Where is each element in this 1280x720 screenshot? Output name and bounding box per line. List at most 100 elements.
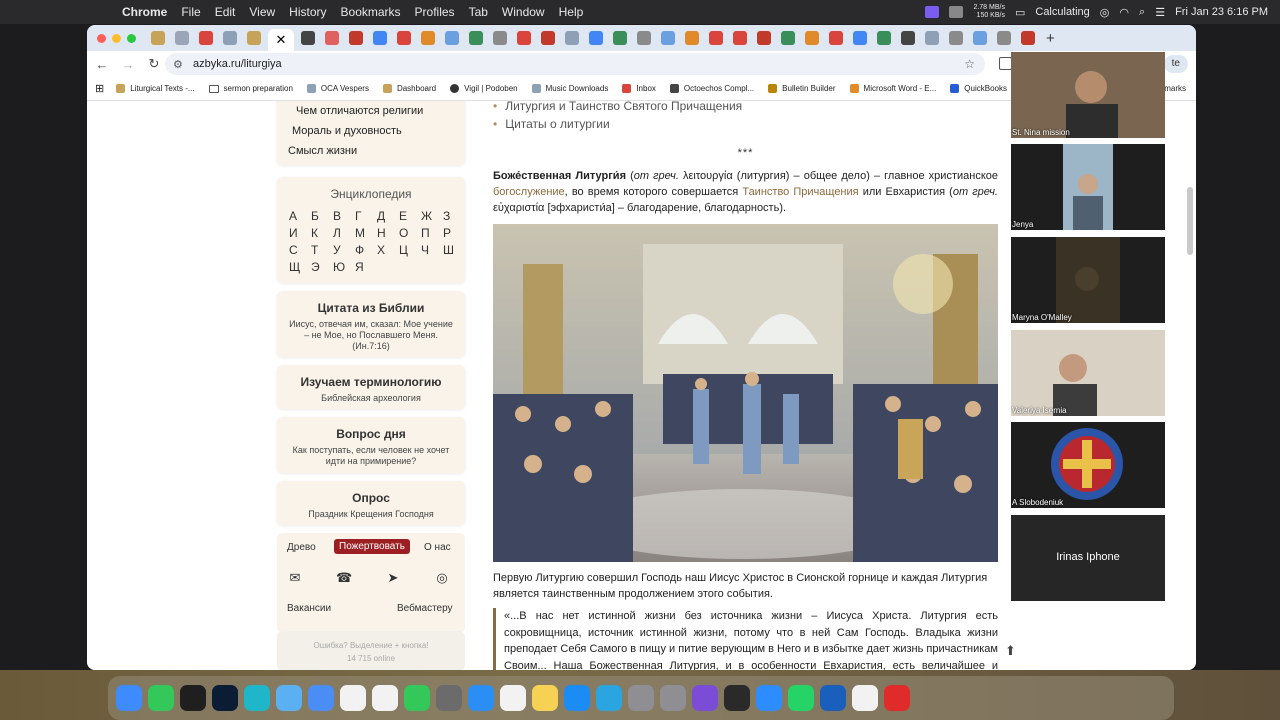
bookmark-item[interactable]: Vigil | Podoben [450, 84, 518, 93]
dock-app-screenshot-icon[interactable] [436, 685, 462, 711]
alphabet-letter[interactable]: И [289, 226, 311, 240]
alphabet-letter[interactable]: Д [377, 209, 399, 223]
dock-app-chatgpt-icon[interactable] [372, 685, 398, 711]
sidebar-link[interactable]: Смысл жизни [288, 145, 357, 157]
dock-app-notes-icon[interactable] [532, 685, 558, 711]
app-status-icon[interactable] [949, 6, 964, 18]
bookmark-item[interactable]: Dashboard [382, 84, 436, 93]
tab-favicon[interactable] [781, 31, 795, 45]
bible-quote-ref[interactable]: (Ин.7:16) [277, 341, 465, 352]
alphabet-letter[interactable]: С [289, 243, 311, 257]
alphabet-letter[interactable]: Х [377, 243, 399, 257]
alphabet-letter[interactable]: В [333, 209, 355, 223]
screen-share-icon[interactable] [925, 6, 940, 18]
dock-app-monitor-icon[interactable] [724, 685, 750, 711]
alphabet-letter[interactable]: Ю [333, 260, 355, 274]
page-scrollbar[interactable] [1187, 187, 1193, 255]
menu-file[interactable]: File [181, 5, 200, 19]
dock-app-mail-icon[interactable] [308, 685, 334, 711]
alphabet-letter[interactable]: Я [355, 260, 377, 274]
vacancies-link[interactable]: Вакансии [287, 603, 331, 614]
alphabet-letter[interactable]: Ж [421, 209, 443, 223]
alphabet-letter[interactable]: У [333, 243, 355, 257]
minimize-window-button[interactable] [112, 33, 121, 43]
dock-app-telegram-icon[interactable] [596, 685, 622, 711]
about-link[interactable]: О нас [424, 542, 451, 553]
question-title[interactable]: Вопрос дня [277, 417, 465, 441]
dock-app-navigator-icon[interactable] [852, 685, 878, 711]
tab-favicon[interactable] [349, 31, 363, 45]
alphabet-letter[interactable]: К [311, 226, 333, 240]
battery-status[interactable]: Calculating [1035, 6, 1089, 18]
alphabet-letter[interactable]: Щ [289, 260, 311, 274]
profile-chip[interactable]: te [1163, 55, 1188, 73]
bookmark-item[interactable]: OCA Vespers [306, 84, 369, 93]
link-communion[interactable]: Таинство Причащения [742, 186, 858, 198]
tab-favicon[interactable] [373, 31, 387, 45]
tab-favicon[interactable] [469, 31, 483, 45]
alphabet-letter[interactable]: Э [311, 260, 333, 274]
url-text[interactable]: azbyka.ru/liturgiya [193, 58, 282, 70]
video-tile[interactable]: Maryna O'Malley [1011, 237, 1165, 323]
dock-app-creative-cloud-icon[interactable] [884, 685, 910, 711]
tab-favicon[interactable] [541, 31, 555, 45]
tab-favicon[interactable] [805, 31, 819, 45]
alphabet-letter[interactable]: О [399, 226, 421, 240]
telegram-icon[interactable]: ➤ [385, 571, 401, 585]
whatsapp-icon[interactable]: ◎ [434, 571, 450, 585]
forward-button[interactable]: → [117, 57, 139, 72]
bookmark-item[interactable]: Liturgical Texts -... [116, 84, 195, 93]
menu-app[interactable]: Chrome [122, 5, 167, 19]
webmaster-link[interactable]: Вебмастеру [397, 603, 453, 614]
menu-tab[interactable]: Tab [469, 5, 488, 19]
bookmark-star-icon[interactable]: ☆ [964, 57, 975, 71]
alphabet-letter[interactable]: З [443, 209, 465, 223]
menu-window[interactable]: Window [502, 5, 545, 19]
encyclopedia-title[interactable]: Энциклопедия [277, 177, 465, 201]
alphabet-letter[interactable]: Ф [355, 243, 377, 257]
toc-item[interactable]: Литургия и Таинство Святого Причащения [493, 101, 742, 113]
bookmark-item[interactable]: Bulletin Builder [768, 84, 836, 93]
dock-app-feedback-icon[interactable] [692, 685, 718, 711]
address-bar[interactable]: ⚙ azbyka.ru/liturgiya ☆ [165, 53, 985, 75]
tab-favicon[interactable] [325, 31, 339, 45]
tab-favicon[interactable] [397, 31, 411, 45]
alphabet-letter[interactable]: Ч [421, 243, 443, 257]
alphabet-letter[interactable]: Г [355, 209, 377, 223]
tab-favicon[interactable] [1021, 31, 1035, 45]
link-worship[interactable]: богослужение [493, 186, 565, 198]
mail-icon[interactable]: ✉ [287, 571, 303, 585]
menu-bookmarks[interactable]: Bookmarks [341, 5, 401, 19]
dock-app-reminders-icon[interactable] [500, 685, 526, 711]
dock-app-canva-icon[interactable] [244, 685, 270, 711]
dock-app-settings-icon[interactable] [628, 685, 654, 711]
alphabet-letter[interactable]: Е [399, 209, 421, 223]
tab-favicon[interactable] [223, 31, 237, 45]
video-tile[interactable]: Irinas Iphone [1011, 515, 1165, 601]
tab-favicon[interactable] [973, 31, 987, 45]
tab-favicon[interactable] [151, 31, 165, 45]
wifi-icon[interactable]: ◠ [1119, 6, 1129, 19]
tab-favicon[interactable] [853, 31, 867, 45]
tree-link[interactable]: Древо [287, 542, 316, 553]
alphabet-letter[interactable]: Б [311, 209, 333, 223]
tab-favicon[interactable] [175, 31, 189, 45]
tab-favicon[interactable] [877, 31, 891, 45]
bookmark-item[interactable]: Microsoft Word - E... [849, 84, 936, 93]
search-icon[interactable]: ⌕ [1139, 6, 1145, 19]
bible-quote-text[interactable]: Иисус, отвечая им, сказал: Мое учение – … [277, 315, 465, 341]
tab-favicon[interactable] [661, 31, 675, 45]
tab-favicon[interactable] [421, 31, 435, 45]
menu-help[interactable]: Help [559, 5, 584, 19]
video-tile[interactable]: Valeriya Isernia [1011, 330, 1165, 416]
alphabet-letter[interactable]: П [421, 226, 443, 240]
dock-app-zoom-icon[interactable] [756, 685, 782, 711]
video-tile[interactable]: St. Nina mission [1011, 52, 1165, 138]
donate-button[interactable]: Пожертвовать [334, 539, 410, 554]
close-window-button[interactable] [97, 33, 106, 43]
tab-favicon[interactable] [709, 31, 723, 45]
toc-item[interactable]: Цитаты о литургии [493, 117, 742, 131]
tab-favicon[interactable] [733, 31, 747, 45]
menu-view[interactable]: View [249, 5, 275, 19]
sidebar-link[interactable]: Чем отличаются религии [296, 105, 423, 117]
